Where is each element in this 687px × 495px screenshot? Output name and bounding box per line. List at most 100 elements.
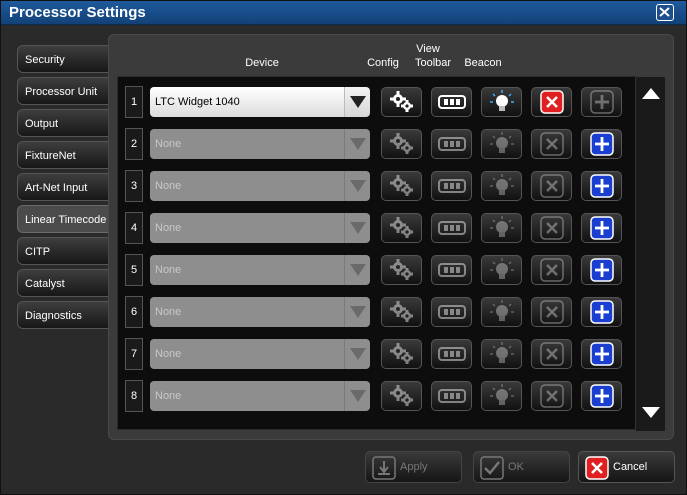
device-dropdown-arrow[interactable] — [344, 171, 370, 201]
tab-linear-timecode[interactable]: Linear Timecode — [17, 205, 109, 233]
device-row: 2 None — [125, 127, 633, 161]
cancel-button[interactable]: Cancel — [578, 451, 675, 483]
beacon-button[interactable] — [481, 297, 522, 327]
config-button[interactable] — [381, 339, 422, 369]
tab-processor-unit[interactable]: Processor Unit — [17, 77, 109, 105]
add-device-button[interactable] — [581, 339, 622, 369]
device-dropdown-arrow[interactable] — [344, 213, 370, 243]
close-icon — [659, 7, 670, 17]
ok-button[interactable]: OK — [473, 451, 570, 483]
column-header-config: Config — [367, 57, 399, 69]
tab-diagnostics[interactable]: Diagnostics — [17, 301, 109, 329]
config-button[interactable] — [381, 381, 422, 411]
scroll-down-arrow-icon — [642, 407, 660, 418]
device-value: LTC Widget 1040 — [150, 87, 344, 117]
add-device-button[interactable] — [581, 87, 622, 117]
column-header-beacon: Beacon — [464, 57, 502, 69]
device-row: 1 LTC Widget 1040 — [125, 85, 633, 119]
view-toolbar-button[interactable] — [431, 381, 472, 411]
config-button[interactable] — [381, 297, 422, 327]
column-header-toolbar: Toolbar — [414, 57, 452, 69]
device-select[interactable]: None — [150, 339, 370, 369]
device-select[interactable]: None — [150, 381, 370, 411]
device-row: 8 None — [125, 379, 633, 413]
add-device-button[interactable] — [581, 171, 622, 201]
view-toolbar-button[interactable] — [431, 339, 472, 369]
view-toolbar-button[interactable] — [431, 129, 472, 159]
device-row: 6 None — [125, 295, 633, 329]
tab-security[interactable]: Security — [17, 45, 109, 73]
ok-label: OK — [508, 461, 524, 473]
tab-catalyst[interactable]: Catalyst — [17, 269, 109, 297]
add-device-button[interactable] — [581, 297, 622, 327]
device-select[interactable]: None — [150, 297, 370, 327]
device-dropdown-arrow[interactable] — [344, 129, 370, 159]
beacon-button[interactable] — [481, 171, 522, 201]
beacon-button[interactable] — [481, 129, 522, 159]
row-number: 4 — [125, 212, 143, 244]
scroll-down-button[interactable] — [636, 399, 666, 429]
tab-output[interactable]: Output — [17, 109, 109, 137]
device-select[interactable]: LTC Widget 1040 — [150, 87, 370, 117]
remove-device-button[interactable] — [531, 129, 572, 159]
beacon-button[interactable] — [481, 381, 522, 411]
view-toolbar-button[interactable] — [431, 87, 472, 117]
beacon-button[interactable] — [481, 339, 522, 369]
apply-label: Apply — [400, 461, 428, 473]
beacon-button[interactable] — [481, 87, 522, 117]
apply-down-arrow-icon — [372, 456, 396, 480]
config-button[interactable] — [381, 171, 422, 201]
device-dropdown-arrow[interactable] — [344, 87, 370, 117]
device-select[interactable]: None — [150, 255, 370, 285]
close-button[interactable] — [656, 4, 674, 21]
processor-settings-window: Processor Settings Security Processor Un… — [0, 0, 687, 495]
add-device-button[interactable] — [581, 213, 622, 243]
device-value: None — [150, 255, 344, 285]
scroll-up-button[interactable] — [636, 79, 666, 109]
device-dropdown-arrow[interactable] — [344, 297, 370, 327]
device-value: None — [150, 381, 344, 411]
remove-device-button[interactable] — [531, 171, 572, 201]
device-value: None — [150, 213, 344, 243]
remove-device-button[interactable] — [531, 297, 572, 327]
device-value: None — [150, 297, 344, 327]
beacon-button[interactable] — [481, 255, 522, 285]
row-number: 1 — [125, 86, 143, 118]
beacon-button[interactable] — [481, 213, 522, 243]
add-device-button[interactable] — [581, 255, 622, 285]
device-select[interactable]: None — [150, 129, 370, 159]
view-toolbar-button[interactable] — [431, 297, 472, 327]
view-toolbar-button[interactable] — [431, 213, 472, 243]
device-dropdown-arrow[interactable] — [344, 255, 370, 285]
tab-art-net-input[interactable]: Art-Net Input — [17, 173, 109, 201]
config-button[interactable] — [381, 213, 422, 243]
row-number: 7 — [125, 338, 143, 370]
device-row: 5 None — [125, 253, 633, 287]
device-select[interactable]: None — [150, 213, 370, 243]
config-button[interactable] — [381, 87, 422, 117]
apply-button[interactable]: Apply — [365, 451, 462, 483]
device-dropdown-arrow[interactable] — [344, 339, 370, 369]
remove-device-button[interactable] — [531, 381, 572, 411]
add-device-button[interactable] — [581, 129, 622, 159]
view-toolbar-button[interactable] — [431, 171, 472, 201]
settings-tabs: Security Processor Unit Output FixtureNe… — [17, 45, 109, 333]
row-number: 3 — [125, 170, 143, 202]
remove-device-button[interactable] — [531, 87, 572, 117]
view-toolbar-button[interactable] — [431, 255, 472, 285]
grid-scrollbar[interactable] — [635, 77, 665, 431]
remove-device-button[interactable] — [531, 255, 572, 285]
remove-device-button[interactable] — [531, 213, 572, 243]
config-button[interactable] — [381, 129, 422, 159]
ok-check-icon — [480, 456, 504, 480]
window-title: Processor Settings — [9, 4, 146, 21]
device-row: 3 None — [125, 169, 633, 203]
add-device-button[interactable] — [581, 381, 622, 411]
remove-device-button[interactable] — [531, 339, 572, 369]
device-row: 4 None — [125, 211, 633, 245]
device-select[interactable]: None — [150, 171, 370, 201]
tab-fixturenet[interactable]: FixtureNet — [17, 141, 109, 169]
config-button[interactable] — [381, 255, 422, 285]
device-dropdown-arrow[interactable] — [344, 381, 370, 411]
tab-citp[interactable]: CITP — [17, 237, 109, 265]
